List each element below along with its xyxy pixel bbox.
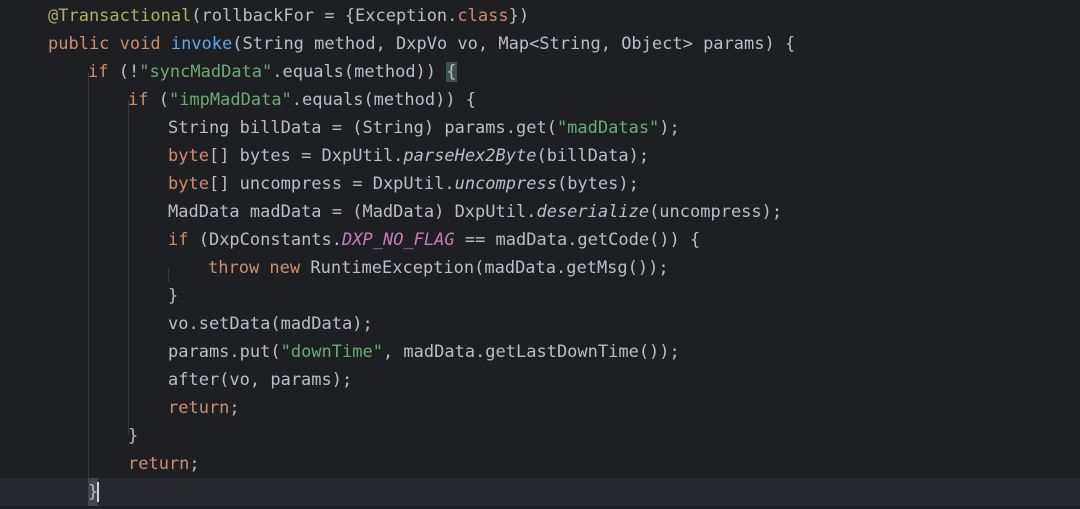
code-token: "impMadData"	[168, 90, 292, 110]
code-token: if	[128, 90, 159, 110]
code-line-text: if (DxpConstants.DXP_NO_FLAG == madData.…	[168, 226, 700, 254]
code-token: MadData madData = (MadData) DxpUtil.	[168, 202, 537, 222]
code-line[interactable]: if (!"syncMadData".equals(method)) {	[0, 58, 1080, 86]
code-token: (uncompress);	[649, 202, 783, 222]
code-line-text: return;	[168, 394, 240, 422]
code-token: (DxpConstants.	[198, 230, 343, 250]
code-token: );	[659, 118, 680, 138]
code-line[interactable]: }	[0, 282, 1080, 310]
code-token: byte	[168, 146, 209, 166]
code-line[interactable]: public void invoke(String method, DxpVo …	[0, 30, 1080, 58]
code-token: void	[119, 34, 171, 54]
code-token: == madData.getCode()) {	[454, 230, 701, 250]
code-token: "syncMadData"	[139, 62, 273, 82]
code-line[interactable]: after(vo, params);	[0, 366, 1080, 394]
code-token: if	[168, 230, 199, 250]
code-token: (rollbackFor = {Exception.	[191, 6, 458, 26]
code-token: vo.setData(madData);	[168, 314, 373, 334]
code-token: "downTime"	[280, 342, 383, 362]
code-line-text: after(vo, params);	[168, 366, 352, 394]
code-token: (	[158, 90, 169, 110]
code-token: (billData);	[536, 146, 650, 166]
code-token: new	[269, 258, 311, 278]
code-token: String billData = (String) params.get(	[168, 118, 557, 138]
code-line-text: throw new RuntimeException(madData.getMs…	[208, 254, 669, 282]
code-editor[interactable]: @Transactional(rollbackFor = {Exception.…	[0, 0, 1080, 509]
code-token: RuntimeException(madData.getMsg());	[310, 258, 669, 278]
code-token: }	[168, 286, 179, 306]
code-token: (!	[118, 62, 140, 82]
code-token: (bytes);	[556, 174, 639, 194]
code-token: .equals(method)) {	[291, 90, 477, 110]
code-token: , madData.getLastDownTime());	[382, 342, 680, 362]
code-token: @Transactional	[48, 6, 192, 26]
code-token: }	[128, 426, 139, 446]
code-line-text: }	[88, 478, 100, 506]
code-line-text: MadData madData = (MadData) DxpUtil.dese…	[168, 198, 782, 226]
code-token: ;	[229, 398, 240, 418]
code-token: params.put(	[168, 342, 281, 362]
code-line[interactable]: String billData = (String) params.get("m…	[0, 114, 1080, 142]
code-token: [] uncompress = DxpUtil.	[208, 174, 455, 194]
code-line[interactable]: }	[0, 478, 1080, 506]
code-line[interactable]: MadData madData = (MadData) DxpUtil.dese…	[0, 198, 1080, 226]
code-token: deserialize	[536, 202, 650, 222]
code-token: return	[128, 454, 190, 474]
code-token: .equals(method))	[272, 62, 447, 82]
code-token: })	[508, 6, 530, 26]
code-token: [] bytes = DxpUtil.	[208, 146, 404, 166]
code-token: uncompress	[454, 174, 557, 194]
code-token: class	[457, 6, 509, 26]
code-line-text: if ("impMadData".equals(method)) {	[128, 86, 476, 114]
code-token: byte	[168, 174, 209, 194]
code-line-text: params.put("downTime", madData.getLastDo…	[168, 338, 680, 366]
code-token: return	[168, 398, 230, 418]
code-line-text: String billData = (String) params.get("m…	[168, 114, 680, 142]
code-token: public	[48, 34, 120, 54]
code-line-text: vo.setData(madData);	[168, 310, 373, 338]
code-token: after(vo, params);	[168, 370, 353, 390]
code-line-text: public void invoke(String method, DxpVo …	[48, 30, 795, 58]
code-token: DXP_NO_FLAG	[342, 230, 455, 250]
code-line[interactable]: throw new RuntimeException(madData.getMs…	[0, 254, 1080, 282]
code-line[interactable]: if ("impMadData".equals(method)) {	[0, 86, 1080, 114]
code-line[interactable]: if (DxpConstants.DXP_NO_FLAG == madData.…	[0, 226, 1080, 254]
code-line[interactable]: vo.setData(madData);	[0, 310, 1080, 338]
code-line-text: }	[168, 282, 178, 310]
code-line[interactable]: }	[0, 422, 1080, 450]
code-token: ;	[189, 454, 200, 474]
code-line[interactable]: params.put("downTime", madData.getLastDo…	[0, 338, 1080, 366]
code-token: if	[88, 62, 119, 82]
code-token: (String method, DxpVo vo, Map<String, Ob…	[232, 34, 796, 54]
code-line[interactable]: return;	[0, 450, 1080, 478]
code-line[interactable]: byte[] bytes = DxpUtil.parseHex2Byte(bil…	[0, 142, 1080, 170]
code-line-text: return;	[128, 450, 200, 478]
code-line[interactable]: byte[] uncompress = DxpUtil.uncompress(b…	[0, 170, 1080, 198]
code-line-text: if (!"syncMadData".equals(method)) {	[88, 58, 457, 86]
code-token: parseHex2Byte	[403, 146, 537, 166]
code-token: throw	[208, 258, 270, 278]
text-caret	[97, 482, 100, 502]
code-line-text: @Transactional(rollbackFor = {Exception.…	[48, 2, 529, 30]
code-line-text: byte[] bytes = DxpUtil.parseHex2Byte(bil…	[168, 142, 649, 170]
code-token: {	[446, 62, 457, 82]
code-line-text: byte[] uncompress = DxpUtil.uncompress(b…	[168, 170, 639, 198]
code-token: "madDatas"	[556, 118, 660, 138]
code-line[interactable]: @Transactional(rollbackFor = {Exception.…	[0, 2, 1080, 30]
code-token: invoke	[170, 34, 233, 54]
code-line-text: }	[128, 422, 138, 450]
code-line[interactable]: return;	[0, 394, 1080, 422]
